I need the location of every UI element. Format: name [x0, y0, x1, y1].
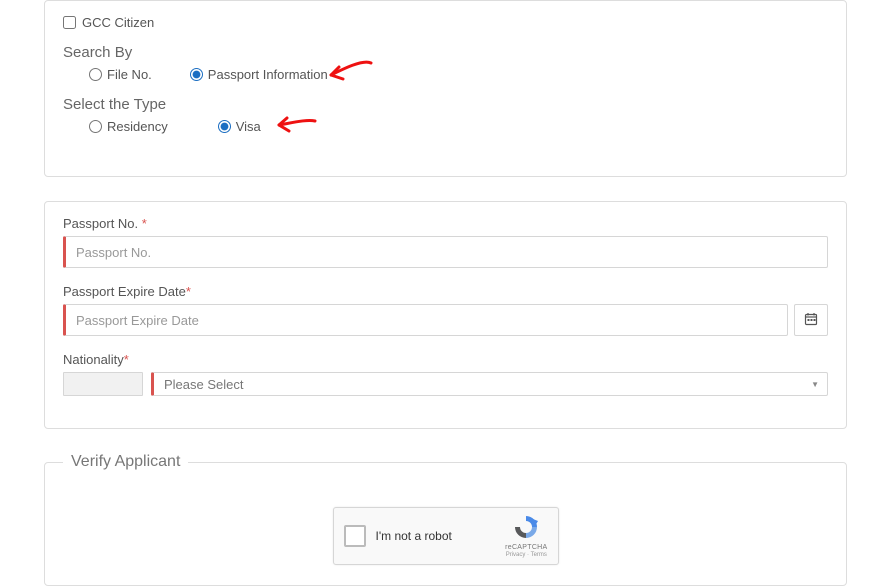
- search-by-header: Search By: [63, 44, 828, 61]
- passport-expire-input-wrap: [63, 304, 788, 336]
- passport-no-input[interactable]: [66, 237, 827, 267]
- recaptcha-logo-icon: [513, 514, 539, 543]
- gcc-citizen-checkbox[interactable]: [63, 16, 76, 29]
- recaptcha-text: I'm not a robot: [376, 529, 496, 543]
- nationality-label: Nationality*: [63, 352, 828, 367]
- calendar-icon: [804, 312, 818, 329]
- chevron-down-icon: ▼: [811, 380, 819, 389]
- gcc-citizen-row: GCC Citizen: [63, 15, 828, 30]
- recaptcha-brand-text: reCAPTCHA: [505, 544, 547, 551]
- nationality-flag-box[interactable]: [63, 372, 143, 396]
- nationality-selected-text: Please Select: [164, 377, 244, 392]
- recaptcha-terms-link[interactable]: Privacy · Terms: [506, 552, 547, 558]
- search-options-panel: GCC Citizen Search By File No. Passport …: [44, 0, 847, 177]
- select-type-radio-row: Residency Visa: [63, 119, 828, 134]
- select-type-header: Select the Type: [63, 96, 828, 113]
- nationality-select[interactable]: Please Select ▼: [151, 372, 828, 396]
- passport-no-input-wrap: [63, 236, 828, 268]
- passport-no-label: Passport No. *: [63, 216, 828, 231]
- recaptcha-checkbox[interactable]: [344, 525, 366, 547]
- gcc-citizen-label: GCC Citizen: [82, 15, 154, 30]
- residency-label: Residency: [107, 119, 168, 134]
- recaptcha-widget: I'm not a robot reCAPTCHA Privacy · Term…: [333, 507, 559, 565]
- recaptcha-brand-area: reCAPTCHA Privacy · Terms: [505, 514, 547, 558]
- verify-applicant-fieldset: Verify Applicant I'm not a robot reCAPTC…: [44, 453, 847, 586]
- residency-radio[interactable]: [89, 120, 102, 133]
- passport-expire-label: Passport Expire Date*: [63, 284, 828, 299]
- passport-info-label: Passport Information: [208, 67, 328, 82]
- passport-info-radio[interactable]: [190, 68, 203, 81]
- file-no-label: File No.: [107, 67, 152, 82]
- visa-label: Visa: [236, 119, 261, 134]
- calendar-button[interactable]: [794, 304, 828, 336]
- passport-details-panel: Passport No. * Passport Expire Date*: [44, 201, 847, 429]
- file-no-radio[interactable]: [89, 68, 102, 81]
- verify-legend: Verify Applicant: [63, 453, 188, 471]
- passport-expire-input[interactable]: [66, 305, 787, 335]
- visa-radio[interactable]: [218, 120, 231, 133]
- search-by-radio-row: File No. Passport Information: [63, 67, 828, 82]
